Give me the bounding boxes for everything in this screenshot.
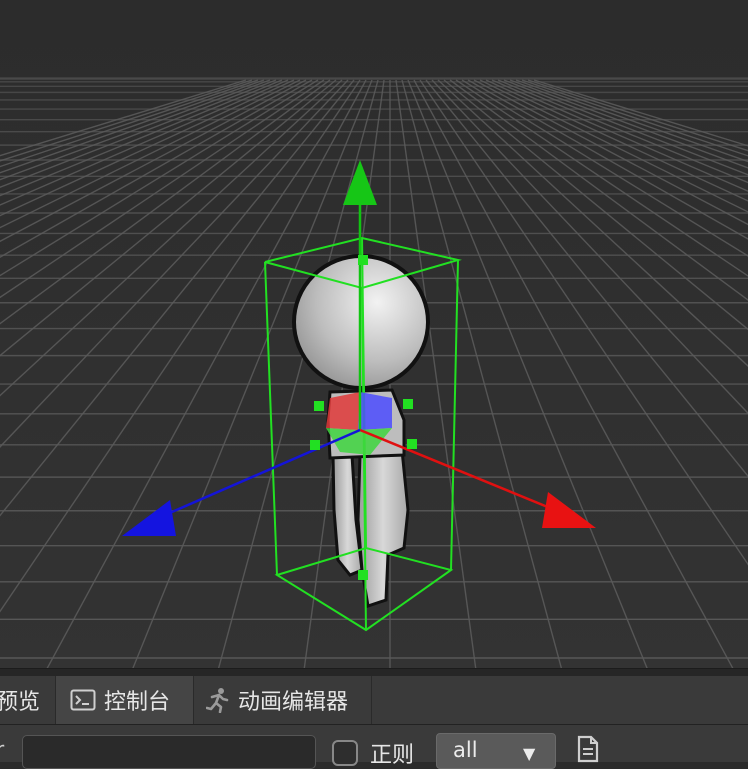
log-level-select[interactable]: all ▼ <box>436 733 556 769</box>
document-icon <box>577 735 599 763</box>
terminal-icon <box>70 689 96 711</box>
regex-label: 正则 <box>370 743 415 768</box>
scene-viewport[interactable] <box>0 0 748 668</box>
tab-preview[interactable]: 预览 <box>0 676 56 724</box>
regex-checkbox[interactable] <box>332 740 358 766</box>
filter-label: r <box>0 737 5 761</box>
gizmo-yz-plane[interactable] <box>358 392 392 430</box>
running-figure-icon <box>206 687 230 713</box>
tab-console[interactable]: 控制台 <box>56 676 194 724</box>
chevron-down-icon: ▼ <box>523 744 536 763</box>
tab-console-label: 控制台 <box>104 690 171 715</box>
console-filter-input[interactable] <box>22 735 316 769</box>
tab-animation-editor[interactable]: 动画编辑器 <box>194 676 372 724</box>
console-toolbar: r 正则 all ▼ <box>0 725 748 769</box>
panel-tab-bar: 预览 控制台 动画编辑器 <box>0 676 748 725</box>
tab-animation-editor-label: 动画编辑器 <box>238 690 349 715</box>
log-level-value: all <box>453 738 478 762</box>
clear-log-button[interactable] <box>576 735 600 763</box>
tab-preview-label: 预览 <box>0 690 41 715</box>
